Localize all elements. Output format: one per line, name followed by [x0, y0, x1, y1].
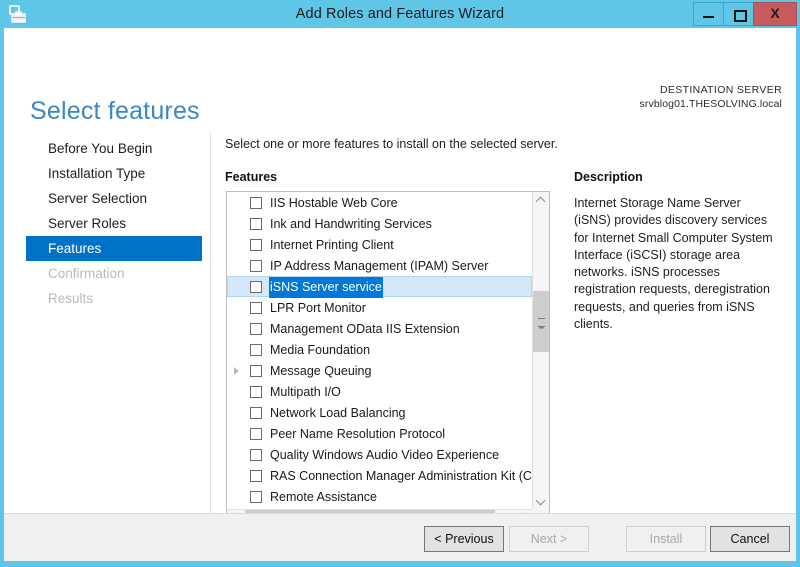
feature-label: iSNS Server service	[269, 277, 383, 298]
window-body: Select features DESTINATION SERVER srvbl…	[4, 28, 796, 561]
nav-divider	[210, 131, 211, 519]
sidebar-item-results: Results	[48, 291, 94, 306]
feature-label: Ink and Handwriting Services	[270, 217, 432, 231]
feature-checkbox[interactable]	[250, 260, 262, 272]
destination-server-block: DESTINATION SERVER srvblog01.THESOLVING.…	[640, 83, 782, 111]
vertical-scroll-thumb[interactable]	[533, 291, 549, 352]
features-list: IIS Hostable Web Core Ink and Handwriting…	[227, 192, 532, 510]
feature-label: Multipath I/O	[270, 385, 341, 399]
previous-button[interactable]: < Previous	[424, 526, 504, 552]
title-bar: Add Roles and Features Wizard X	[0, 0, 800, 28]
feature-row[interactable]: IP Address Management (IPAM) Server	[227, 255, 532, 276]
close-icon: X	[770, 5, 780, 21]
wizard-window: Add Roles and Features Wizard X Select f…	[0, 0, 800, 567]
feature-row[interactable]: Management OData IIS Extension	[227, 318, 532, 339]
feature-label: Media Foundation	[270, 343, 371, 357]
page-title: Select features	[30, 96, 200, 125]
feature-row[interactable]: iSNS Server service	[227, 276, 532, 298]
scroll-up-icon[interactable]	[533, 192, 549, 209]
feature-label: IP Address Management (IPAM) Server	[270, 259, 489, 273]
feature-label: IIS Hostable Web Core	[270, 196, 398, 210]
feature-label: Message Queuing	[270, 364, 372, 378]
feature-checkbox[interactable]	[250, 239, 262, 251]
feature-checkbox[interactable]	[250, 197, 262, 209]
description-text: Internet Storage Name Server (iSNS) prov…	[574, 196, 773, 332]
sidebar-item-installation-type[interactable]: Installation Type	[26, 161, 202, 186]
sidebar-item-server-selection[interactable]: Server Selection	[26, 186, 202, 211]
sidebar-item-features[interactable]: Features	[26, 236, 202, 261]
feature-checkbox[interactable]	[250, 218, 262, 230]
feature-label: RAS Connection Manager Administration Ki…	[270, 469, 532, 483]
window-controls: X	[693, 2, 797, 26]
feature-checkbox[interactable]	[250, 365, 262, 377]
close-button[interactable]: X	[753, 2, 797, 26]
feature-row[interactable]: Quality Windows Audio Video Experience	[227, 444, 532, 465]
feature-label: Internet Printing Client	[270, 238, 394, 252]
footer-bar: < Previous Next > Install Cancel	[4, 513, 796, 561]
feature-label: Network Load Balancing	[270, 406, 406, 420]
feature-label: Peer Name Resolution Protocol	[270, 427, 446, 441]
feature-checkbox[interactable]	[250, 449, 262, 461]
cancel-button[interactable]: Cancel	[710, 526, 790, 552]
feature-row[interactable]: RAS Connection Manager Administration Ki…	[227, 465, 532, 486]
instruction-text: Select one or more features to install o…	[225, 137, 558, 151]
features-listbox[interactable]: IIS Hostable Web Core Ink and Handwriting…	[226, 191, 550, 527]
feature-label: Remote Assistance	[270, 490, 377, 504]
sidebar-item-before-you-begin[interactable]: Before You Begin	[26, 136, 202, 161]
destination-server-name: srvblog01.THESOLVING.local	[639, 98, 782, 110]
feature-checkbox[interactable]	[250, 470, 262, 482]
install-button: Install	[626, 526, 706, 552]
sidebar-item-server-roles[interactable]: Server Roles	[26, 211, 202, 236]
feature-checkbox[interactable]	[250, 302, 262, 314]
feature-row[interactable]: Network Load Balancing	[227, 402, 532, 423]
feature-checkbox[interactable]	[250, 344, 262, 356]
maximize-icon	[734, 10, 747, 22]
feature-row[interactable]: Media Foundation	[227, 339, 532, 360]
feature-label: Quality Windows Audio Video Experience	[270, 448, 500, 462]
feature-row[interactable]: LPR Port Monitor	[227, 297, 532, 318]
feature-checkbox[interactable]	[250, 386, 262, 398]
feature-label: LPR Port Monitor	[270, 301, 366, 315]
sidebar-item-confirmation: Confirmation	[48, 266, 125, 281]
feature-checkbox[interactable]	[250, 407, 262, 419]
description-heading: Description	[574, 170, 643, 184]
feature-checkbox[interactable]	[250, 491, 262, 503]
maximize-button[interactable]	[723, 2, 754, 26]
minimize-icon	[703, 16, 714, 18]
destination-server-label: DESTINATION SERVER	[659, 84, 782, 96]
features-heading: Features	[225, 170, 278, 184]
feature-label: Management OData IIS Extension	[270, 322, 460, 336]
vertical-scrollbar[interactable]	[532, 192, 549, 510]
window-title: Add Roles and Features Wizard	[295, 6, 505, 22]
scroll-down-icon[interactable]	[533, 493, 549, 510]
feature-checkbox[interactable]	[250, 428, 262, 440]
feature-row[interactable]: Peer Name Resolution Protocol	[227, 423, 532, 444]
next-button: Next >	[509, 526, 589, 552]
feature-row[interactable]: IIS Hostable Web Core	[227, 192, 532, 213]
minimize-button[interactable]	[693, 2, 724, 26]
feature-row[interactable]: Ink and Handwriting Services	[227, 213, 532, 234]
feature-checkbox[interactable]	[250, 281, 262, 293]
expand-chevron-icon[interactable]	[234, 367, 239, 375]
feature-row[interactable]: Message Queuing	[227, 360, 532, 381]
feature-checkbox[interactable]	[250, 323, 262, 335]
feature-row[interactable]: Remote Assistance	[227, 486, 532, 507]
feature-row[interactable]: Internet Printing Client	[227, 234, 532, 255]
wizard-steps-nav: Before You Begin Installation Type Server …	[26, 136, 202, 311]
feature-row[interactable]: Multipath I/O	[227, 381, 532, 402]
